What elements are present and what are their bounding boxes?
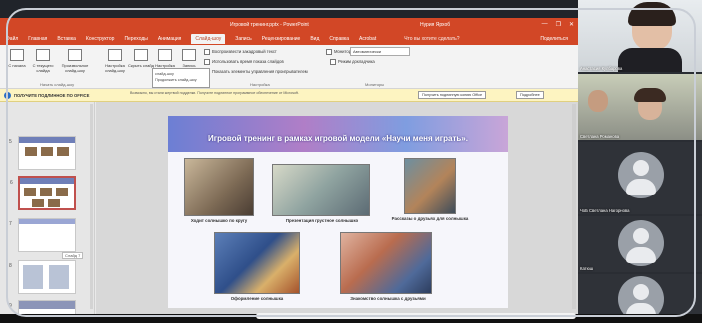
screen-bezel xyxy=(6,8,696,317)
screen: Игровой тренинг.pptx - PowerPoint Нурия … xyxy=(0,0,702,323)
